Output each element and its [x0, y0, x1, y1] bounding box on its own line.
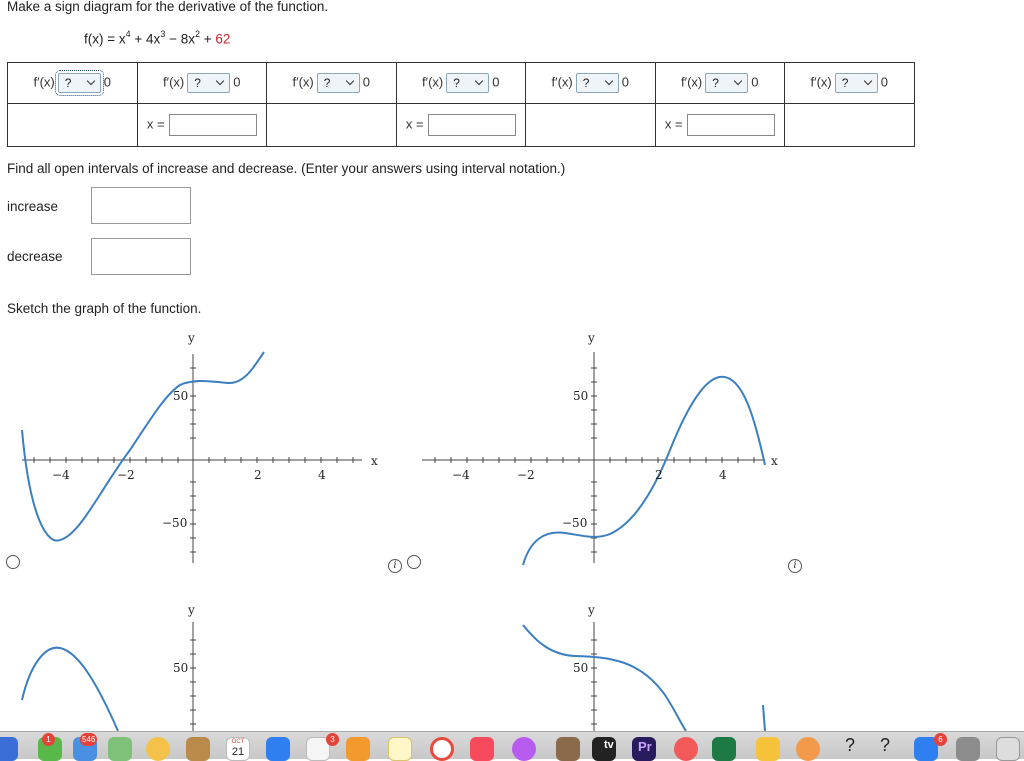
graph-option-a: −4 −2 2 4 50 −50 x y −4 −2 2 4 50 −50 x …: [21, 331, 778, 732]
tv-label: tv: [604, 739, 614, 751]
notes-icon[interactable]: [388, 737, 412, 761]
badge: 3: [326, 733, 339, 746]
curve-b: [522, 375, 766, 566]
maps-icon[interactable]: [108, 737, 132, 761]
podcasts-icon[interactable]: [512, 737, 536, 761]
app-icon[interactable]: [796, 737, 820, 761]
x-axis-label: x: [371, 454, 378, 468]
curve-c: [21, 646, 119, 732]
mail-badge: 546: [80, 733, 98, 746]
y-axis-label: y: [187, 331, 195, 345]
numbers-icon[interactable]: [756, 737, 780, 761]
pr-label: Pr: [638, 739, 652, 754]
tick-label: −50: [162, 516, 187, 530]
contacts-icon[interactable]: [186, 737, 210, 761]
tick-label: −2: [117, 468, 135, 482]
calendar-day: 21: [231, 746, 245, 758]
finder-icon[interactable]: [0, 737, 18, 761]
curve-a: [21, 351, 265, 542]
tick-label: 50: [173, 389, 188, 403]
app-icon[interactable]: [996, 737, 1020, 761]
music-icon[interactable]: [470, 737, 494, 761]
photos-icon[interactable]: [146, 737, 170, 761]
y-axis-label: y: [587, 603, 595, 617]
system-preferences-icon[interactable]: [956, 737, 980, 761]
tick-label: −2: [517, 468, 535, 482]
x-axis-label: x: [771, 454, 778, 468]
macos-dock: 1 546 OCT 21 3 tv Pr ? ? 6: [0, 731, 1024, 761]
info-glyph: i: [793, 560, 797, 571]
tick-label: 50: [573, 661, 588, 675]
preview-icon[interactable]: [556, 737, 580, 761]
zoom-icon[interactable]: [266, 737, 290, 761]
help-icon[interactable]: ?: [845, 735, 855, 756]
tick-label: 2: [254, 468, 262, 482]
calendar-month: OCT: [231, 739, 245, 745]
help-icon[interactable]: ?: [880, 735, 890, 756]
graph-option-b-radio[interactable]: [407, 555, 421, 569]
y-axis-label: y: [587, 331, 595, 345]
tick-label: −4: [452, 468, 470, 482]
tick-label: 2: [655, 468, 663, 482]
info-glyph: i: [393, 560, 397, 571]
news-icon[interactable]: [674, 737, 698, 761]
calendar-icon[interactable]: OCT 21: [226, 737, 250, 761]
chrome-icon[interactable]: [430, 737, 454, 761]
graph-option-a-radio[interactable]: [6, 555, 20, 569]
tick-label: 50: [173, 661, 188, 675]
info-icon[interactable]: i: [388, 559, 402, 573]
y-axis-label: y: [187, 603, 195, 617]
tick-label: −50: [562, 516, 587, 530]
tick-label: 4: [719, 468, 727, 482]
excel-icon[interactable]: [712, 737, 736, 761]
app-icon[interactable]: [346, 737, 370, 761]
curve-d-tail: [762, 704, 766, 732]
badge: 1: [42, 733, 55, 746]
tick-label: 4: [318, 468, 326, 482]
tick-label: 50: [573, 389, 588, 403]
curve-d: [522, 624, 687, 732]
tick-label: −4: [52, 468, 70, 482]
badge: 6: [934, 733, 947, 746]
info-icon[interactable]: i: [788, 559, 802, 573]
